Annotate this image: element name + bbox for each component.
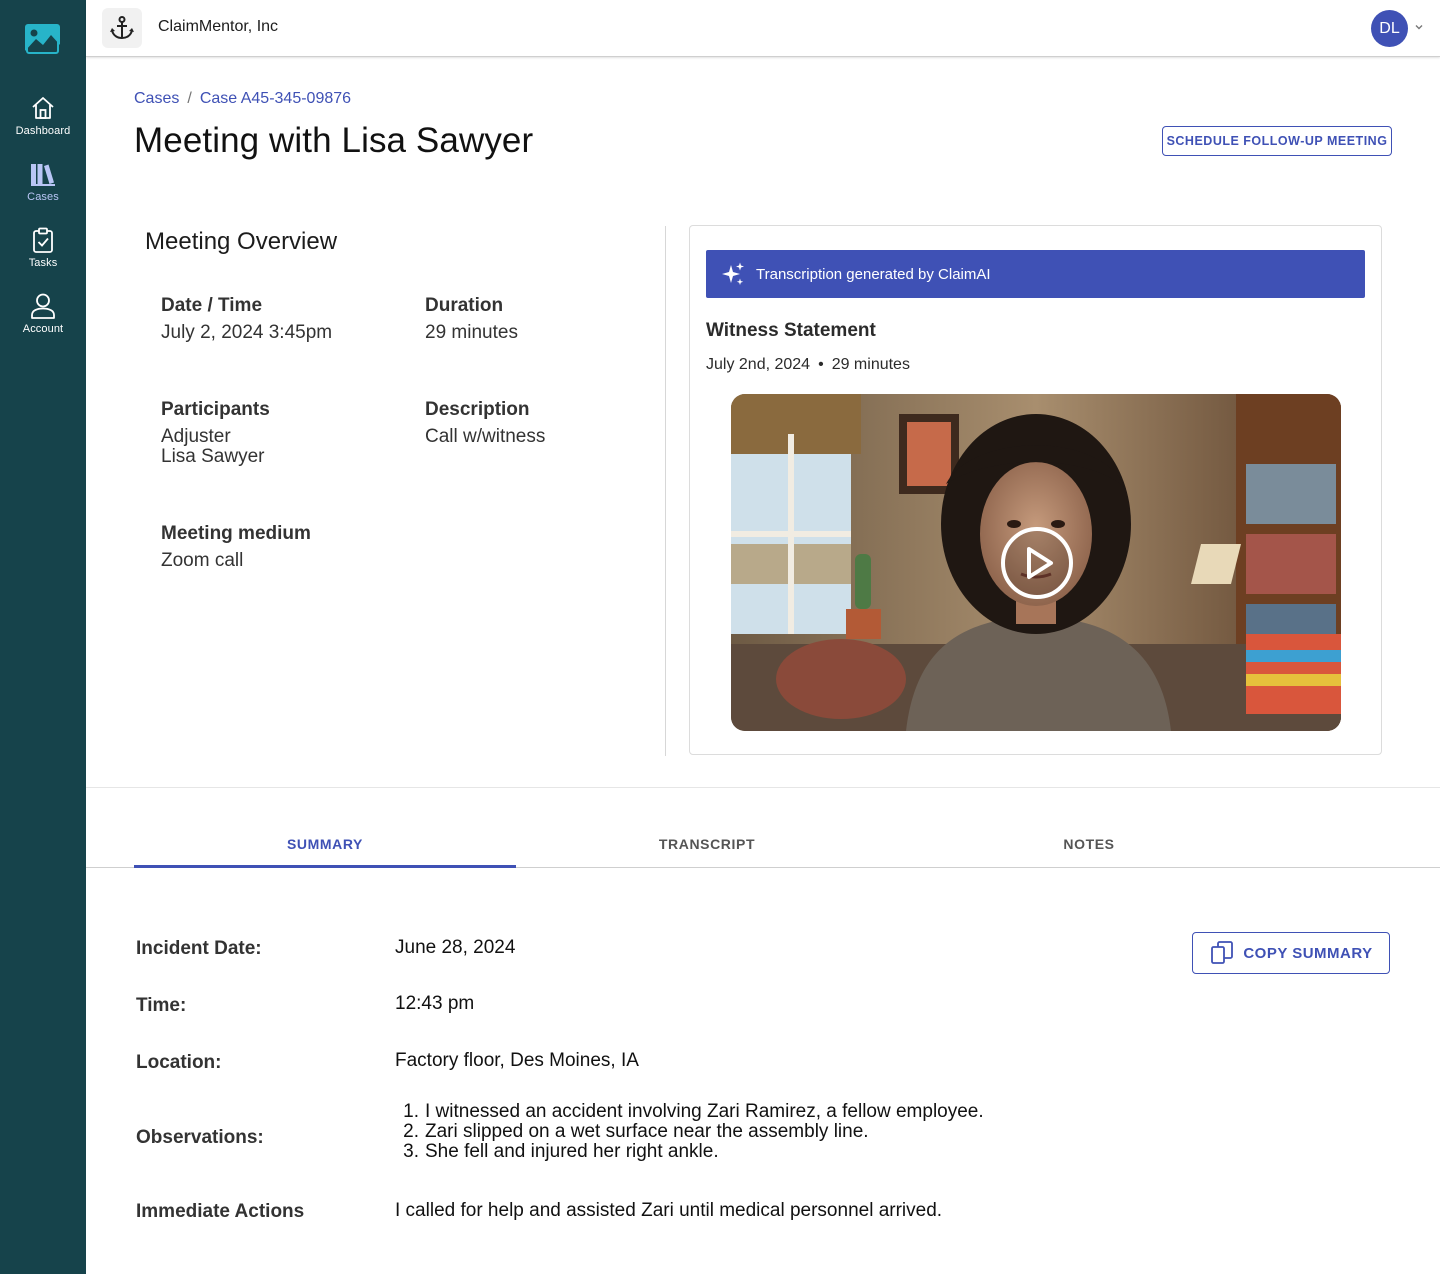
image-icon[interactable] <box>25 24 60 55</box>
video-player[interactable] <box>731 394 1341 731</box>
active-tab-indicator <box>134 865 516 868</box>
duration-field: Duration 29 minutes <box>425 295 518 343</box>
clipboard-check-icon <box>33 227 53 253</box>
observation-text: I witnessed an accident involving Zari R… <box>425 1101 984 1122</box>
immediate-actions-value: I called for help and assisted Zari unti… <box>395 1200 943 1221</box>
time-value: 12:43 pm <box>395 993 475 1014</box>
participants-label: Participants <box>161 399 270 420</box>
date-time-value: July 2, 2024 3:45pm <box>161 322 333 343</box>
home-icon <box>32 97 54 119</box>
participant-witness: Lisa Sawyer <box>161 446 265 467</box>
participant-adjuster: Adjuster <box>161 426 231 447</box>
copy-summary-label: COPY SUMMARY <box>1243 944 1373 962</box>
library-icon <box>31 164 55 186</box>
breadcrumb-cases[interactable]: Cases <box>134 90 179 107</box>
sidebar: Dashboard Cases Tasks Account <box>0 0 86 1274</box>
ai-banner: Transcription generated by ClaimAI <box>706 250 1365 298</box>
nav-item-cases[interactable]: Cases <box>0 160 86 220</box>
nav-label-cases: Cases <box>27 191 59 203</box>
nav-label-dashboard: Dashboard <box>15 125 71 137</box>
observation-item: 3. She fell and injured her right ankle. <box>403 1141 719 1162</box>
media-date: July 2nd, 2024 <box>706 356 811 373</box>
location-label: Location: <box>136 1052 222 1073</box>
media-card: Transcription generated by ClaimAI Witne… <box>689 225 1382 755</box>
ai-banner-text: Transcription generated by ClaimAI <box>756 265 991 283</box>
meeting-medium-value: Zoom call <box>161 550 244 571</box>
duration-value: 29 minutes <box>425 322 518 343</box>
immediate-actions-label: Immediate Actions <box>136 1201 305 1222</box>
meeting-medium-label: Meeting medium <box>161 523 311 544</box>
tab-transcript[interactable]: TRANSCRIPT <box>516 822 898 867</box>
nav-item-tasks[interactable]: Tasks <box>0 226 86 286</box>
media-duration: 29 minutes <box>831 356 910 373</box>
duration-label: Duration <box>425 295 504 316</box>
meta-dot-separator: • <box>818 356 824 373</box>
vertical-divider <box>665 226 666 756</box>
observation-text: She fell and injured her right ankle. <box>425 1141 719 1162</box>
avatar[interactable]: DL <box>1371 10 1408 47</box>
chevron-down-icon[interactable] <box>1414 22 1424 32</box>
copy-summary-button[interactable]: COPY SUMMARY <box>1192 932 1390 974</box>
top-bar: ClaimMentor, Inc DL <box>86 0 1440 57</box>
description-label: Description <box>425 399 530 420</box>
breadcrumb: Cases / Case A45-345-09876 <box>134 90 351 108</box>
time-label: Time: <box>136 995 187 1016</box>
breadcrumb-case[interactable]: Case A45-345-09876 <box>200 90 351 107</box>
location-value: Factory floor, Des Moines, IA <box>395 1050 639 1071</box>
person-icon <box>31 293 55 319</box>
description-field: Description Call w/witness <box>425 399 545 447</box>
observations-label: Observations: <box>136 1127 264 1148</box>
meeting-medium-field: Meeting medium Zoom call <box>161 523 311 571</box>
date-time-field: Date / Time July 2, 2024 3:45pm <box>161 295 332 343</box>
nav-label-tasks: Tasks <box>28 257 58 269</box>
section-divider <box>86 787 1440 788</box>
incident-date-label: Incident Date: <box>136 938 262 959</box>
observation-text: Zari slipped on a wet surface near the a… <box>425 1121 869 1142</box>
witness-statement-title: Witness Statement <box>706 320 876 341</box>
observations-list: 1. I witnessed an accident involving Zari… <box>395 1102 984 1162</box>
org-name: ClaimMentor, Inc <box>158 18 279 35</box>
tab-notes[interactable]: NOTES <box>898 822 1280 867</box>
page-title: Meeting with Lisa Sawyer <box>134 121 534 160</box>
witness-statement-meta: July 2nd, 2024 • 29 minutes <box>706 356 910 374</box>
date-time-label: Date / Time <box>161 295 263 316</box>
schedule-follow-up-button[interactable]: SCHEDULE FOLLOW-UP MEETING <box>1162 126 1392 156</box>
observation-item: 2. Zari slipped on a wet surface near the… <box>403 1121 869 1142</box>
org-logo[interactable] <box>102 8 142 48</box>
overview-title: Meeting Overview <box>145 228 338 255</box>
nav-item-account[interactable]: Account <box>0 292 86 352</box>
nav-item-dashboard[interactable]: Dashboard <box>0 94 86 154</box>
play-circle-icon[interactable] <box>999 525 1075 601</box>
sparkle-icon <box>722 262 744 285</box>
incident-date-value: June 28, 2024 <box>395 937 516 958</box>
participants-field: Participants Adjuster Lisa Sawyer <box>161 399 270 467</box>
nav-label-account: Account <box>22 323 64 335</box>
tab-summary[interactable]: SUMMARY <box>134 822 516 867</box>
observation-item: 1. I witnessed an accident involving Zari… <box>403 1101 984 1122</box>
copy-icon <box>1211 941 1234 964</box>
anchor-icon <box>110 16 134 40</box>
breadcrumb-separator: / <box>187 90 192 107</box>
description-value: Call w/witness <box>425 426 546 447</box>
